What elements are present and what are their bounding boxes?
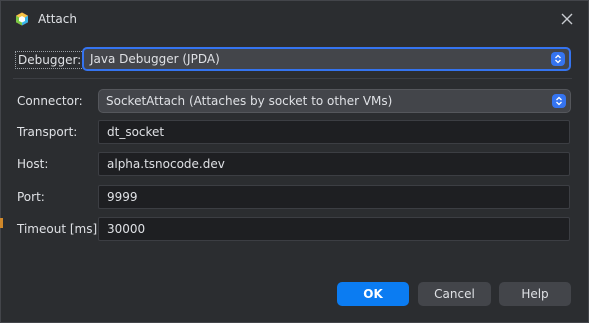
connector-select[interactable]: SocketAttach (Attaches by socket to othe… [98, 89, 571, 113]
port-label: Port: [17, 190, 45, 204]
help-button[interactable]: Help [499, 282, 571, 306]
separator [13, 78, 572, 79]
netbeans-cube-icon [16, 12, 28, 26]
updown-arrows-icon [552, 94, 566, 108]
debugger-select[interactable]: Java Debugger (JPDA) [82, 47, 571, 71]
transport-field[interactable] [98, 120, 570, 144]
close-icon[interactable] [560, 12, 574, 26]
port-field[interactable] [98, 185, 570, 209]
transport-label: Transport: [17, 125, 78, 139]
connector-label: Connector: [17, 94, 83, 108]
window-title: Attach [38, 12, 77, 26]
timeout-field[interactable] [98, 217, 570, 241]
cancel-button[interactable]: Cancel [418, 282, 491, 306]
host-label: Host: [17, 157, 49, 171]
debugger-select-value: Java Debugger (JPDA) [90, 52, 220, 66]
connector-select-value: SocketAttach (Attaches by socket to othe… [106, 94, 393, 108]
timeout-label: Timeout [ms]: [17, 222, 102, 236]
host-field[interactable] [98, 152, 570, 176]
ok-button[interactable]: OK [337, 282, 409, 306]
title-bar: Attach [1, 1, 588, 37]
updown-arrows-icon [551, 52, 565, 66]
edge-marker [0, 218, 3, 228]
debugger-label: Debugger: [15, 51, 85, 69]
attach-dialog: Attach Debugger: Java Debugger (JPDA) Co… [0, 0, 589, 323]
